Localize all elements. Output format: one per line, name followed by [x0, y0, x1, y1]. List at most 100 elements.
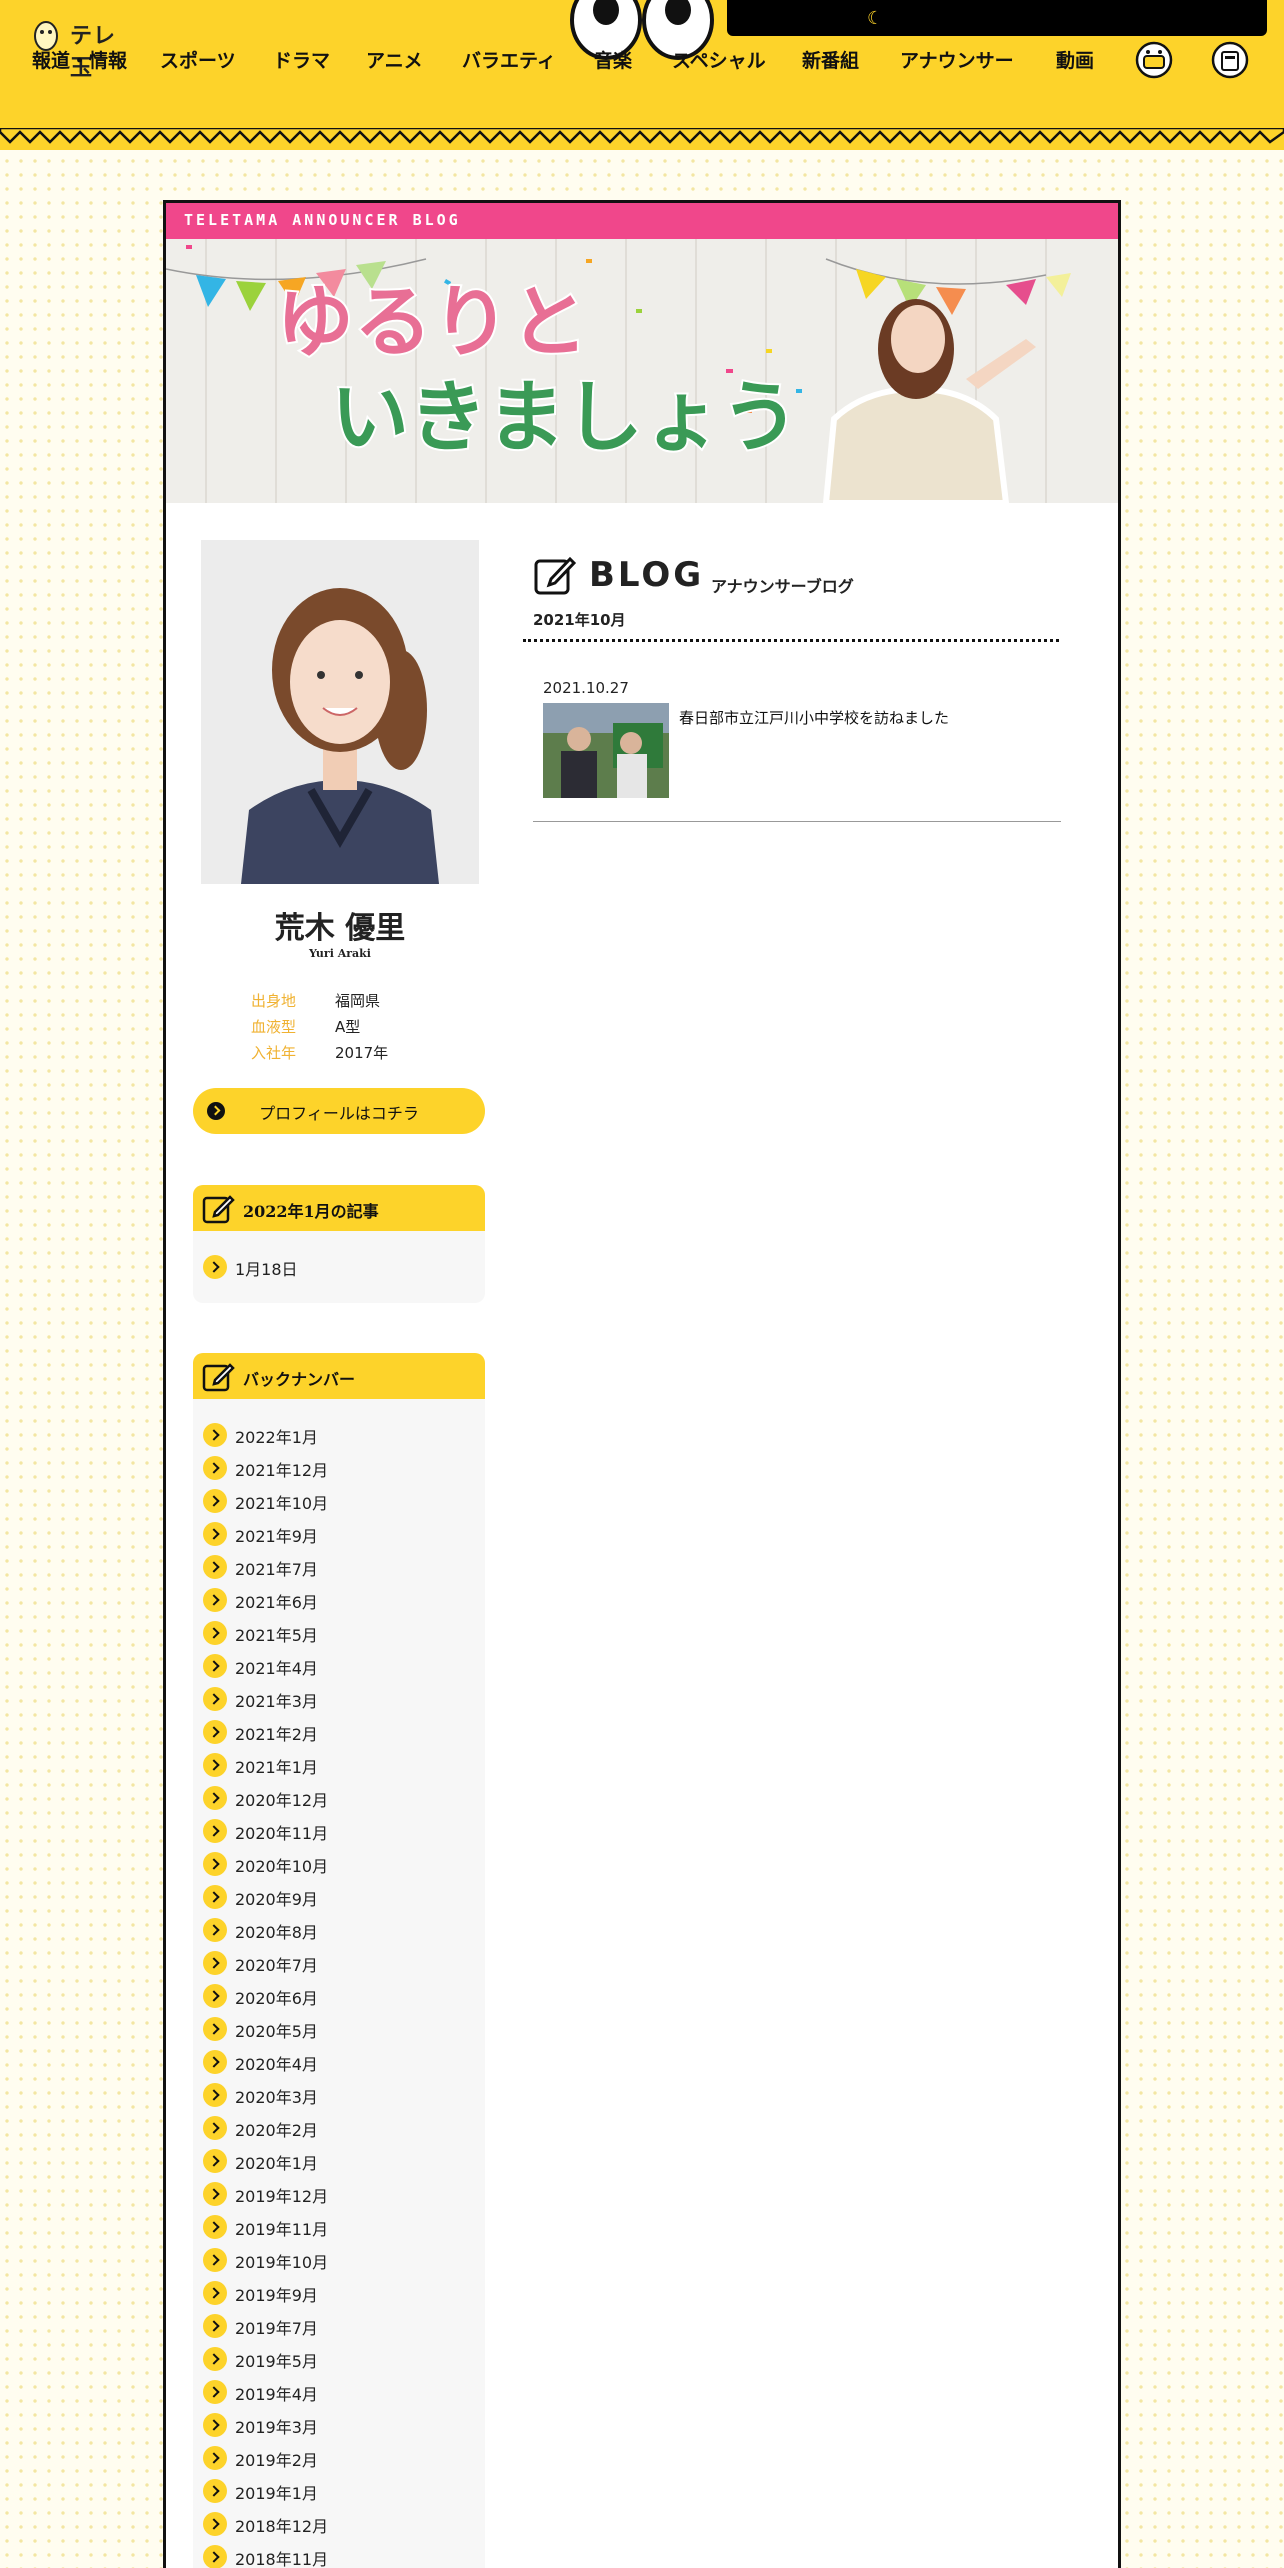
link-label: 2021年10月 [235, 1494, 329, 1513]
blog-subheading: アナウンサーブログ [711, 577, 854, 596]
link-label: 2020年6月 [235, 1989, 318, 2008]
post-divider [533, 821, 1061, 822]
chevron-right-icon [203, 2314, 227, 2338]
nav-sports[interactable]: スポーツ [160, 46, 236, 73]
blog-edit-icon [534, 556, 577, 595]
chevron-right-icon [203, 1918, 227, 1942]
link-label: 2019年12月 [235, 2187, 329, 2206]
chevron-right-icon [203, 2149, 227, 2173]
profile-photo [201, 540, 479, 884]
chevron-right-icon [203, 2347, 227, 2371]
profile-name: 荒木 優里 [274, 911, 406, 946]
post-title-link[interactable]: 春日部市立江戸川小中学校を訪ねました [679, 707, 949, 728]
link-label: 2021年12月 [235, 1461, 329, 1480]
link-label: 2020年5月 [235, 2022, 318, 2041]
nav-special[interactable]: スペシャル [672, 46, 766, 73]
chevron-right-icon [203, 1654, 227, 1678]
chevron-right-icon [203, 1687, 227, 1711]
widget-title: 2022年1月の記事 [243, 1202, 379, 1221]
site-header: テレ玉 ☾ 報道・情報 スポーツ ドラマ アニメ バラエティ 音楽 スペシャル … [0, 0, 1284, 150]
link-label: 2020年11月 [235, 1824, 329, 1843]
search-icon[interactable]: ☾ [867, 8, 883, 29]
chevron-right-icon [203, 1255, 227, 1279]
nav-drama[interactable]: ドラマ [273, 46, 330, 73]
widget-title: バックナンバー [243, 1370, 356, 1389]
link-label: 2019年10月 [235, 2253, 329, 2272]
link-label: 2021年6月 [235, 1593, 318, 1612]
profile-row-join-year: 入社年 2017年 [251, 1042, 451, 1064]
profile-link-button[interactable]: プロフィールはコチラ [193, 1088, 485, 1134]
profile-row-blood-type: 血液型 A型 [251, 1016, 451, 1038]
link-label: 2022年1月 [235, 1428, 318, 1447]
chevron-right-icon [203, 2479, 227, 2503]
back-number-widget: バックナンバー 2022年1月 2021年12月 2021年10月 2021年9月 20… [193, 1353, 485, 2568]
link-label: 2020年2月 [235, 2121, 318, 2140]
profile-value: A型 [335, 1018, 361, 1036]
link-label: 2018年12月 [235, 2517, 329, 2536]
chevron-right-icon [203, 1489, 227, 1513]
chevron-right-icon [203, 1522, 227, 1546]
post-thumbnail[interactable] [543, 703, 669, 798]
recent-articles-widget: 2022年1月の記事 1月18日 [193, 1185, 485, 1303]
chevron-right-icon [203, 2446, 227, 2470]
nav-announcers[interactable]: アナウンサー [900, 46, 1014, 73]
link-label: 2019年3月 [235, 2418, 318, 2437]
link-label: 2020年4月 [235, 2055, 318, 2074]
chevron-right-icon [203, 1621, 227, 1645]
profile-value: 2017年 [335, 1044, 389, 1062]
link-label: 2020年3月 [235, 2088, 318, 2107]
link-label: 1月18日 [235, 1260, 298, 1279]
chevron-right-icon [203, 1423, 227, 1447]
chevron-right-icon [203, 1555, 227, 1579]
banner-title-line2: いきましょう [331, 373, 799, 463]
profile-button-label: プロフィールはコチラ [259, 1104, 419, 1123]
search-bar[interactable]: ☾ [727, 0, 1267, 36]
chevron-right-icon [203, 1852, 227, 1876]
nav-anime[interactable]: アニメ [366, 46, 423, 73]
blog-banner: TELETAMA ANNOUNCER BLOG ゆるりと いきましょう [166, 203, 1118, 503]
edit-icon [202, 1195, 235, 1224]
profile-key: 血液型 [251, 1018, 297, 1036]
nav-video[interactable]: 動画 [1056, 46, 1094, 73]
link-label: 2021年3月 [235, 1692, 318, 1711]
chevron-right-icon [203, 2413, 227, 2437]
link-label: 2019年5月 [235, 2352, 318, 2371]
link-label: 2019年7月 [235, 2319, 318, 2338]
link-label: 2021年5月 [235, 1626, 318, 1645]
link-label: 2020年12月 [235, 1791, 329, 1810]
edit-icon [202, 1363, 235, 1392]
chevron-right-icon [203, 2512, 227, 2536]
link-label: 2020年7月 [235, 1956, 318, 1975]
chevron-right-icon [203, 2083, 227, 2107]
profile-row-birthplace: 出身地 福岡県 [251, 990, 451, 1012]
link-label: 2021年9月 [235, 1527, 318, 1546]
banner-artwork: ゆるりと いきましょう [166, 239, 1118, 503]
link-label: 2018年11月 [235, 2550, 329, 2568]
chevron-right-icon [203, 1984, 227, 2008]
chevron-right-icon [203, 2050, 227, 2074]
link-label: 2020年1月 [235, 2154, 318, 2173]
link-label: 2019年4月 [235, 2385, 318, 2404]
profile-value: 福岡県 [335, 992, 381, 1010]
chevron-right-icon [203, 1885, 227, 1909]
chevron-right-icon [203, 1588, 227, 1612]
link-label: 2019年1月 [235, 2484, 318, 2503]
link-label: 2020年9月 [235, 1890, 318, 1909]
nav-music[interactable]: 音楽 [594, 46, 632, 73]
chevron-right-icon [203, 2545, 227, 2568]
chevron-right-icon [203, 2116, 227, 2140]
chevron-right-icon [203, 1456, 227, 1480]
chevron-right-icon [203, 2281, 227, 2305]
link-label: 2021年2月 [235, 1725, 318, 1744]
nav-news[interactable]: 報道・情報 [32, 46, 127, 73]
chevron-right-icon [203, 2248, 227, 2272]
mascot-icon-1[interactable] [1134, 36, 1174, 80]
profile-key: 入社年 [251, 1044, 297, 1062]
banner-title-line1: ゆるりと [276, 278, 588, 368]
nav-variety[interactable]: バラエティ [462, 46, 556, 73]
link-label: 2019年2月 [235, 2451, 318, 2470]
banner-strip: TELETAMA ANNOUNCER BLOG [166, 203, 1118, 239]
mascot-icon-2[interactable] [1210, 36, 1250, 80]
banner-strip-text: TELETAMA ANNOUNCER BLOG [184, 211, 461, 229]
nav-new-programs[interactable]: 新番組 [802, 46, 859, 73]
